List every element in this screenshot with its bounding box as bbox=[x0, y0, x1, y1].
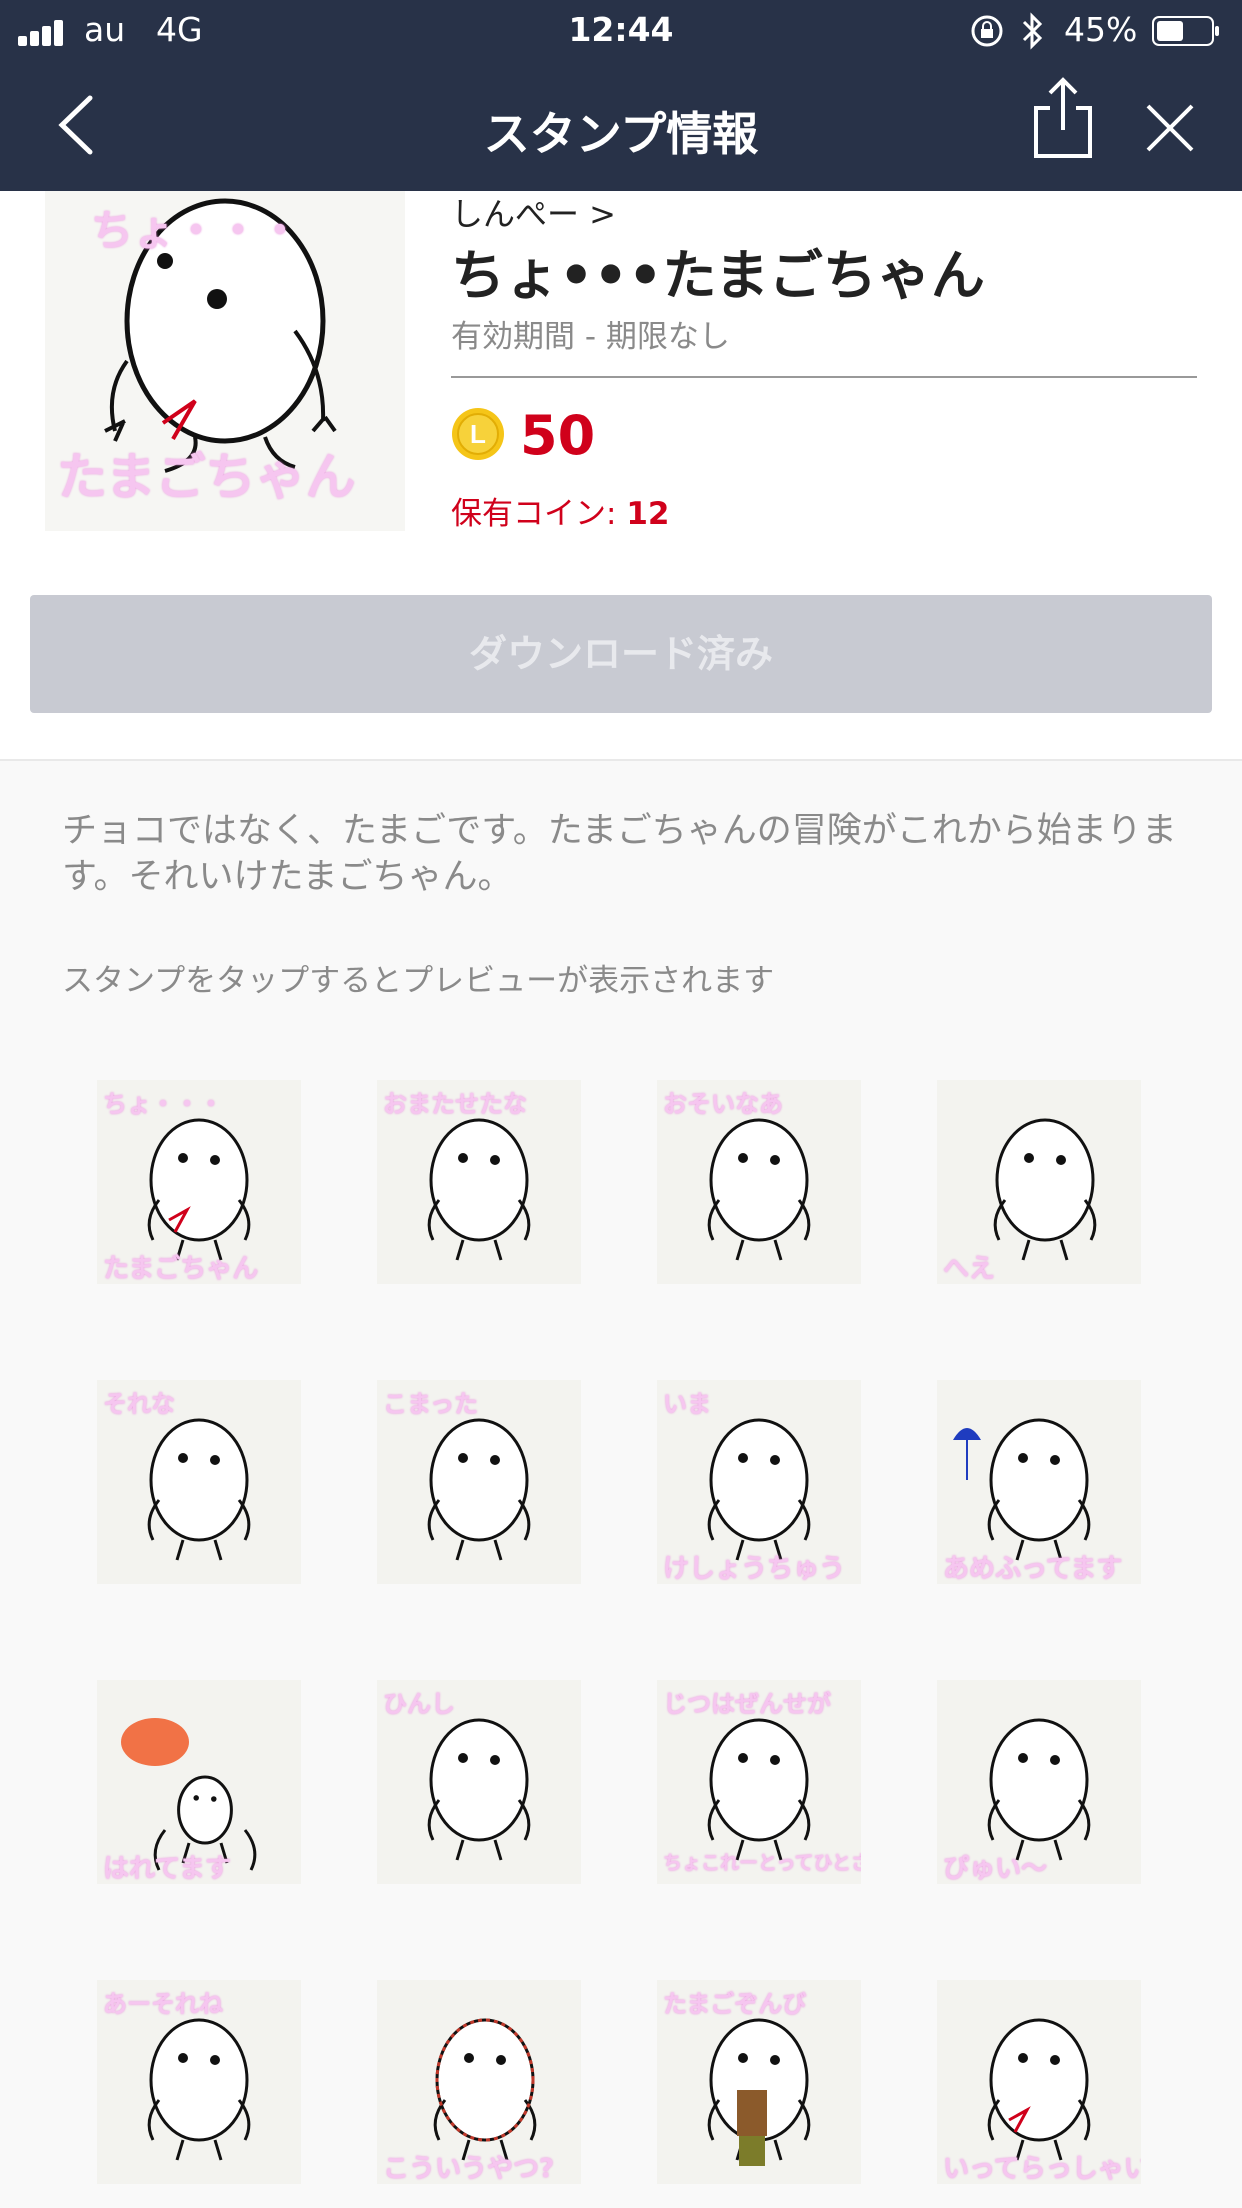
sticker-caption-top: じつはぜんせが bbox=[663, 1690, 831, 1718]
sticker-item[interactable]: こまった bbox=[377, 1380, 581, 1584]
svg-text:L: L bbox=[470, 419, 486, 449]
sticker-item[interactable]: いってらっしゃい bbox=[937, 1980, 1141, 2184]
sticker-pack-title: ちょ•••たまごちゃん bbox=[451, 244, 985, 307]
owned-coins: 保有コイン: 12 bbox=[451, 488, 669, 533]
sticker-caption-top: おそいなあ bbox=[663, 1090, 783, 1118]
sticker-item[interactable]: ちょ・・・たまごちゃん bbox=[97, 1080, 301, 1284]
section-separator bbox=[0, 759, 1242, 761]
sticker-caption-top: おまたせたな bbox=[383, 1090, 527, 1118]
sticker-item[interactable]: それな bbox=[97, 1380, 301, 1584]
sticker-caption-bottom: いってらっしゃい bbox=[943, 2154, 1141, 2184]
download-button[interactable]: ダウンロード済み bbox=[30, 595, 1212, 713]
top-bar: au 4G 12:44 45% スタンプ情報 bbox=[0, 0, 1242, 191]
sticker-caption-bottom: ちょこれーとってひとさましゅ bbox=[663, 1852, 861, 1874]
sticker-caption-bottom: こういうやつ? bbox=[383, 2154, 555, 2184]
sticker-item[interactable]: おそいなあ bbox=[657, 1080, 861, 1284]
sticker-caption-bottom: ぴゅい〜 bbox=[943, 1854, 1048, 1884]
sticker-item[interactable]: ぴゅい〜 bbox=[937, 1680, 1141, 1884]
sticker-pack-thumbnail: ちょ・・・ たまごちゃん bbox=[45, 191, 405, 531]
sticker-caption-bottom: はれてます bbox=[103, 1854, 231, 1884]
owned-coins-value: 12 bbox=[626, 496, 670, 532]
sticker-caption-bottom: へえ bbox=[943, 1254, 996, 1284]
sticker-caption-top: ちょ・・・ bbox=[103, 1090, 223, 1118]
close-icon[interactable] bbox=[1142, 100, 1198, 156]
battery-icon bbox=[1152, 16, 1219, 46]
price-value: 50 bbox=[520, 404, 596, 467]
owned-coins-label: 保有コイン: bbox=[451, 496, 627, 532]
sticker-caption-bottom: たまごちゃん bbox=[103, 1254, 259, 1284]
sticker-pack-description: チョコではなく、たまごです。たまごちゃんの冒険がこれから始まります。それいけたま… bbox=[62, 811, 1177, 897]
thumb-caption-bottom: たまごちゃん bbox=[57, 448, 356, 506]
sticker-item[interactable]: たまごぞんび bbox=[657, 1980, 861, 2184]
sticker-caption-bottom: けしょうちゅう bbox=[663, 1554, 846, 1584]
battery-percent: 45% bbox=[1064, 10, 1138, 49]
author-link[interactable]: しんぺー > bbox=[451, 189, 616, 235]
share-icon[interactable] bbox=[1030, 76, 1096, 160]
divider bbox=[451, 376, 1197, 378]
preview-hint: スタンプをタップするとプレビューが表示されます bbox=[62, 963, 775, 999]
sticker-caption-bottom: あめふってます bbox=[943, 1554, 1123, 1584]
thumb-caption-top: ちょ・・・ bbox=[91, 206, 302, 255]
sticker-pack-header: ちょ・・・ たまごちゃん しんぺー > ちょ•••たまごちゃん 有効期間 - 期… bbox=[0, 189, 1242, 761]
sticker-caption-top: いま bbox=[663, 1390, 711, 1418]
status-time: 12:44 bbox=[568, 10, 674, 49]
sticker-item[interactable]: はれてます bbox=[97, 1680, 301, 1884]
status-bar: au 4G 12:44 45% bbox=[0, 0, 1242, 62]
line-coin-icon: L bbox=[452, 408, 504, 460]
rotation-lock-icon bbox=[971, 15, 1003, 47]
validity-period: 有効期間 - 期限なし bbox=[451, 319, 730, 355]
sticker-caption-top: たまごぞんび bbox=[663, 1990, 807, 2018]
sticker-item[interactable]: あーそれね bbox=[97, 1980, 301, 2184]
sticker-item[interactable]: いま けしょうちゅう bbox=[657, 1380, 861, 1584]
sticker-caption-top: ひんし bbox=[383, 1690, 455, 1718]
sticker-item[interactable]: じつはぜんせがちょこれーとってひとさましゅ bbox=[657, 1680, 861, 1884]
sticker-item[interactable]: ひんし bbox=[377, 1680, 581, 1884]
sticker-caption-top: こまった bbox=[383, 1390, 479, 1418]
sticker-item[interactable]: あめふってます bbox=[937, 1380, 1141, 1584]
sticker-item[interactable]: こういうやつ? bbox=[377, 1980, 581, 2184]
sticker-item[interactable]: へえ bbox=[937, 1080, 1141, 1284]
sticker-caption-top: それな bbox=[103, 1390, 175, 1418]
sticker-caption-top: あーそれね bbox=[103, 1990, 223, 2018]
bluetooth-icon bbox=[1022, 12, 1043, 50]
sticker-item[interactable]: おまたせたな bbox=[377, 1080, 581, 1284]
